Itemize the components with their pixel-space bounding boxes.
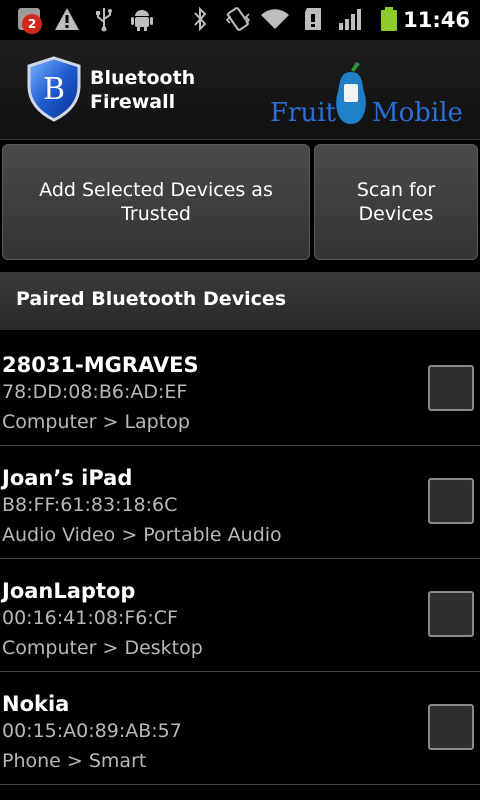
sd-card-icon: [302, 6, 324, 32]
device-mac-address: 00:15:A0:89:AB:57: [2, 720, 182, 742]
shield-logo-icon: B: [26, 56, 82, 122]
pear-phone-icon: [336, 62, 366, 124]
signal-icon: [338, 6, 364, 32]
device-mac-address: 00:16:41:08:F6:CF: [2, 607, 178, 629]
battery-icon: [378, 6, 400, 32]
device-checkbox[interactable]: [428, 591, 474, 637]
brand-mobile-text: Mobile: [372, 98, 463, 128]
clock: 11:46: [403, 8, 470, 32]
vibrate-icon: [224, 6, 252, 32]
brand-logo: Fruit Mobile: [270, 62, 470, 136]
device-row[interactable]: 28031-MGRAVES 78:DD:08:B6:AD:EF Computer…: [0, 333, 480, 446]
device-row[interactable]: Nokia 00:15:A0:89:AB:57 Phone > Smart: [0, 672, 480, 785]
app-header: B Bluetooth Firewall Fruit Mobile: [0, 40, 480, 140]
notification-icon[interactable]: 2: [16, 6, 42, 34]
brand-fruit-text: Fruit: [270, 98, 336, 128]
device-checkbox[interactable]: [428, 365, 474, 411]
scan-devices-button[interactable]: Scan for Devices: [314, 144, 478, 260]
device-row[interactable]: Joan’s iPad B8:FF:61:83:18:6C Audio Vide…: [0, 446, 480, 559]
add-trusted-devices-button[interactable]: Add Selected Devices as Trusted: [2, 144, 310, 260]
device-name: Joan’s iPad: [2, 466, 133, 490]
warning-icon: [54, 6, 80, 32]
device-name: JoanLaptop: [2, 579, 136, 603]
device-mac-address: 78:DD:08:B6:AD:EF: [2, 381, 188, 403]
app-title: Bluetooth Firewall: [90, 67, 196, 113]
wifi-icon: [260, 6, 290, 32]
bluetooth-icon: [190, 6, 210, 32]
notification-count-badge: 2: [22, 14, 42, 34]
device-name: 28031-MGRAVES: [2, 353, 199, 377]
paired-devices-header: Paired Bluetooth Devices: [0, 272, 480, 330]
section-title: Paired Bluetooth Devices: [16, 288, 287, 310]
device-checkbox[interactable]: [428, 478, 474, 524]
device-checkbox[interactable]: [428, 704, 474, 750]
device-type: Phone > Smart: [2, 750, 147, 772]
device-name: Nokia: [2, 692, 70, 716]
device-type: Audio Video > Portable Audio: [2, 524, 282, 546]
status-bar: 2 11:46: [0, 0, 480, 38]
android-debug-icon: [130, 6, 154, 32]
device-row[interactable]: JoanLaptop 00:16:41:08:F6:CF Computer > …: [0, 559, 480, 672]
device-type: Computer > Laptop: [2, 411, 190, 433]
device-mac-address: B8:FF:61:83:18:6C: [2, 494, 178, 516]
shield-letter: B: [43, 72, 65, 107]
device-type: Computer > Desktop: [2, 637, 203, 659]
usb-icon: [92, 6, 116, 32]
